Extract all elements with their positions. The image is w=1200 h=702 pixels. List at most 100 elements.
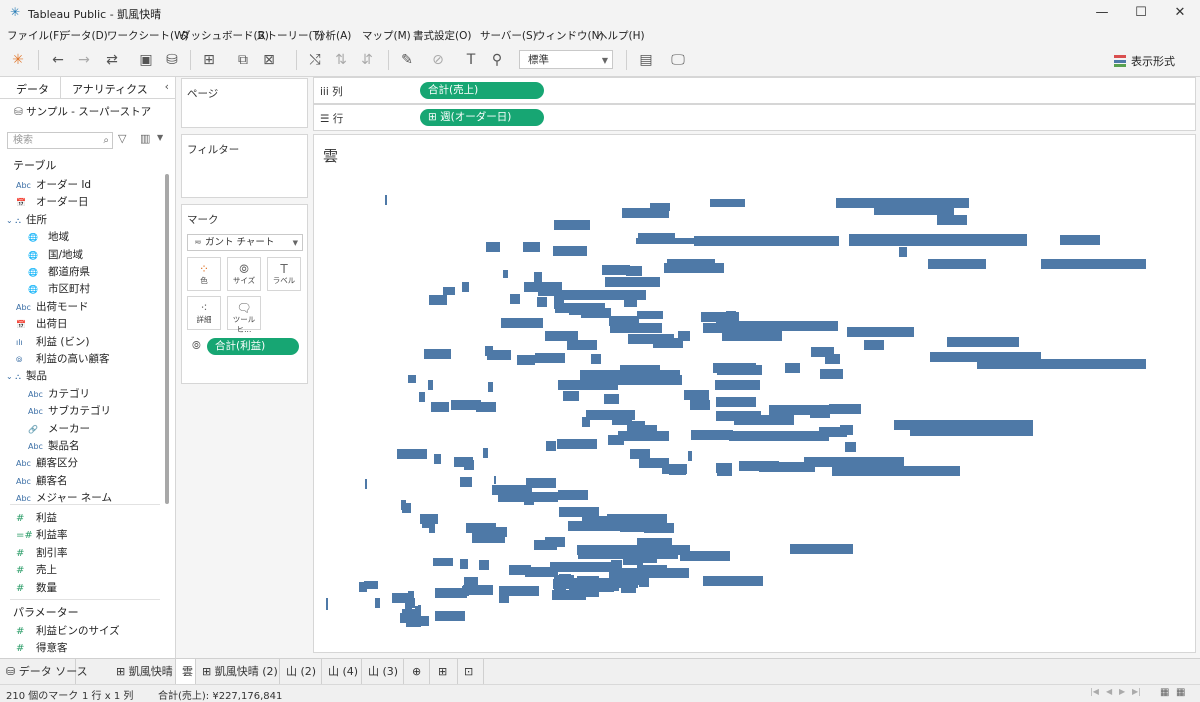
gantt-mark[interactable] (899, 247, 907, 257)
gantt-mark[interactable] (726, 311, 736, 321)
gantt-mark[interactable] (928, 259, 986, 269)
highlight-icon[interactable]: ✎ (397, 50, 417, 70)
gantt-mark[interactable] (894, 420, 904, 430)
field-item[interactable]: 📅 出荷日 (16, 316, 68, 332)
redo-icon[interactable]: → (74, 50, 94, 70)
gantt-mark[interactable] (620, 365, 660, 375)
field-item[interactable]: ⌄ ⛬ 製品 (6, 368, 47, 384)
grid-view-icon[interactable]: ▦ (1176, 687, 1185, 698)
gantt-mark[interactable] (433, 558, 453, 566)
gantt-mark[interactable] (785, 363, 800, 373)
gantt-mark[interactable] (691, 430, 733, 440)
field-item[interactable]: 🌐 都道府県 (28, 264, 90, 280)
gantt-mark[interactable] (636, 238, 694, 244)
sort-ascending-icon[interactable]: ⇅ (331, 50, 351, 70)
gantt-mark[interactable] (650, 203, 670, 211)
gantt-mark[interactable] (621, 583, 636, 593)
new-dashboard-icon[interactable]: ⊞ (432, 659, 458, 684)
gantt-mark[interactable] (832, 466, 960, 476)
gantt-mark[interactable] (422, 518, 429, 528)
gantt-mark[interactable] (523, 242, 540, 252)
gantt-mark[interactable] (864, 340, 884, 350)
menu-analysis[interactable]: 分析(A) (315, 28, 351, 43)
gantt-mark[interactable] (424, 349, 451, 359)
gantt-mark[interactable] (487, 350, 511, 360)
gantt-mark[interactable] (434, 454, 441, 464)
size-pill[interactable]: 合計(利益) (207, 338, 299, 355)
new-worksheet-icon[interactable]: ⊕ (406, 659, 430, 684)
first-sheet-icon[interactable]: |◀ (1090, 687, 1099, 696)
gantt-mark[interactable] (734, 415, 794, 425)
gantt-mark[interactable] (717, 365, 762, 375)
gantt-mark[interactable] (558, 490, 588, 500)
last-sheet-icon[interactable]: ▶| (1132, 687, 1141, 696)
field-item[interactable]: 🌐 市区町村 (28, 281, 90, 297)
gantt-mark[interactable] (326, 598, 328, 610)
gantt-mark[interactable] (716, 321, 838, 331)
size-button[interactable]: ⦾ サイズ (227, 257, 261, 291)
gantt-mark[interactable] (428, 380, 433, 390)
gantt-mark[interactable] (684, 390, 709, 400)
field-item[interactable]: # 割引率 (16, 545, 68, 561)
gantt-mark[interactable] (618, 431, 669, 441)
collapse-pane-icon[interactable]: ‹ (165, 80, 169, 93)
gantt-mark[interactable] (639, 577, 649, 587)
gantt-mark[interactable] (517, 355, 535, 365)
gantt-mark[interactable] (604, 394, 619, 404)
gantt-mark[interactable] (460, 477, 472, 487)
gantt-mark[interactable] (630, 449, 650, 459)
gantt-mark[interactable] (429, 523, 435, 533)
gantt-mark[interactable] (644, 523, 674, 533)
field-item[interactable]: 🌐 地域 (28, 229, 69, 245)
gantt-mark[interactable] (464, 577, 478, 587)
field-item[interactable]: Abc 顧客区分 (16, 455, 78, 471)
gantt-mark[interactable] (526, 478, 556, 488)
filter-icon[interactable]: ▽ (118, 132, 126, 145)
gantt-mark[interactable] (479, 527, 507, 537)
gantt-mark[interactable] (717, 466, 732, 476)
tab-sheet-kumo[interactable]: 雲 (176, 659, 196, 684)
gantt-mark[interactable] (715, 380, 760, 390)
tab-sheet-gaifu-2[interactable]: ⊞ 凱風快晴 (2) (196, 659, 280, 684)
datasource[interactable]: ⛁ サンプル - スーパーストア (14, 104, 151, 119)
view-options-icon[interactable]: ▥ (140, 132, 150, 145)
menu-format[interactable]: 書式設定(O) (413, 28, 471, 43)
gantt-mark[interactable] (605, 277, 660, 287)
tab-sheet-gaifu[interactable]: ⊞ 凱風快晴 (110, 659, 176, 684)
menu-window[interactable]: ウィンドウ(N) (535, 28, 604, 43)
field-item[interactable]: ⦾ 利益の高い顧客 (16, 351, 110, 367)
gantt-mark[interactable] (977, 359, 1146, 369)
gantt-mark[interactable] (364, 581, 374, 589)
gantt-mark[interactable] (408, 375, 416, 383)
gantt-mark[interactable] (729, 431, 829, 441)
duplicate-sheet-icon[interactable]: ⧉ (233, 50, 253, 70)
menu-help[interactable]: ヘルプ(H) (597, 28, 645, 43)
gantt-mark[interactable] (608, 435, 624, 445)
gantt-mark[interactable] (563, 391, 579, 401)
gantt-mark[interactable] (554, 220, 590, 230)
field-item[interactable]: Abc オーダー Id (16, 177, 91, 193)
minimize-button[interactable]: — (1082, 3, 1122, 23)
show-me-button[interactable]: 表示形式 (1114, 53, 1175, 69)
new-datasource-icon[interactable]: ⛁ (162, 50, 182, 70)
field-item[interactable]: 📅 オーダー日 (16, 194, 89, 210)
gantt-mark[interactable] (558, 380, 618, 390)
gantt-mark[interactable] (836, 198, 969, 208)
sort-descending-icon[interactable]: ⇵ (357, 50, 377, 70)
menu-server[interactable]: サーバー(S) (480, 28, 537, 43)
gantt-mark[interactable] (769, 405, 794, 415)
gantt-mark[interactable] (874, 207, 954, 215)
gantt-mark[interactable] (554, 583, 566, 593)
field-item[interactable]: ⌄ ⛬ 住所 (6, 212, 47, 228)
mark-type-select[interactable]: ≂ ガント チャート ▼ (187, 234, 303, 251)
gantt-mark[interactable] (402, 503, 411, 513)
gantt-mark[interactable] (716, 397, 756, 407)
gantt-mark[interactable] (688, 451, 692, 461)
gantt-mark[interactable] (667, 259, 715, 267)
next-sheet-icon[interactable]: ▶ (1119, 687, 1125, 696)
gantt-mark[interactable] (545, 537, 565, 547)
gantt-mark[interactable] (365, 479, 367, 489)
rows-pill[interactable]: ⊞ 週(オーダー日) (420, 109, 544, 126)
filmstrip-view-icon[interactable]: ▦ (1160, 687, 1169, 698)
tab-analytics[interactable]: アナリティクス (72, 81, 148, 97)
